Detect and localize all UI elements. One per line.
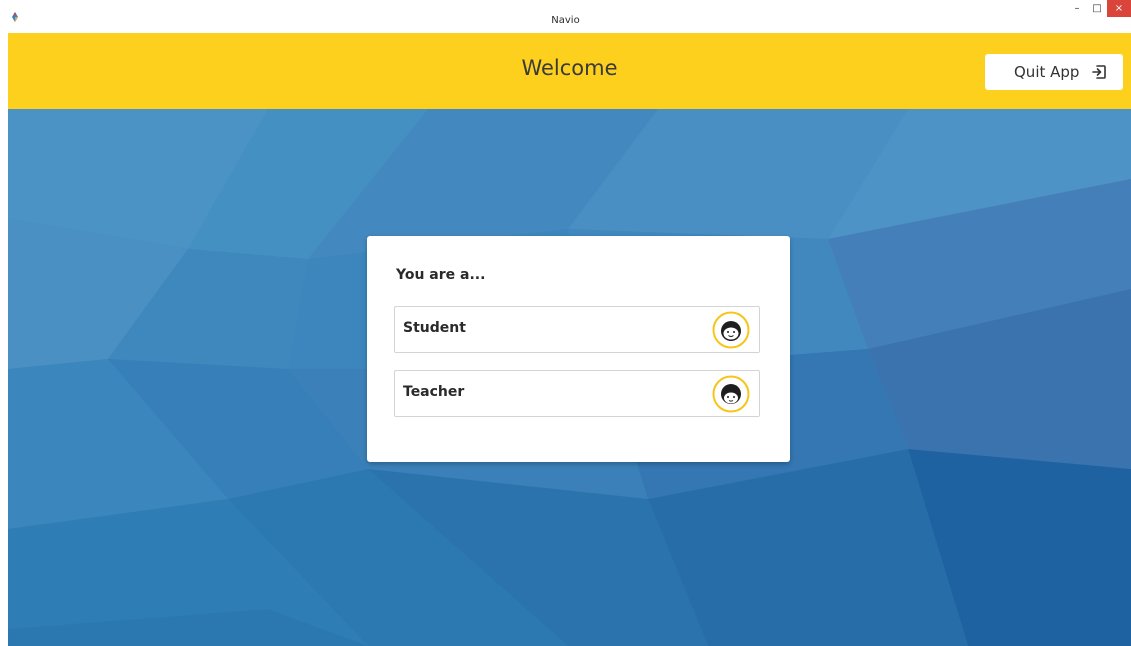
student-label: Student: [403, 320, 466, 336]
quit-app-label: Quit App: [1014, 63, 1080, 81]
teacher-avatar-icon: [712, 375, 750, 413]
teacher-label: Teacher: [403, 384, 465, 400]
title-bar: Navio – □ ×: [0, 0, 1131, 33]
app-header: Welcome Quit App: [8, 33, 1131, 109]
app-window: Navio – □ × Welcome Quit App You are a..…: [0, 0, 1131, 646]
exit-icon: [1092, 65, 1106, 79]
window-title: Navio: [551, 15, 580, 26]
card-heading: You are a...: [396, 267, 486, 283]
role-selection-card: You are a... Student Teacher: [367, 236, 790, 462]
student-avatar-icon: [712, 311, 750, 349]
page-title: Welcome: [521, 56, 618, 80]
student-option[interactable]: Student: [394, 306, 760, 353]
teacher-option[interactable]: Teacher: [394, 370, 760, 417]
quit-app-button[interactable]: Quit App: [985, 54, 1123, 90]
window-controls: – □ ×: [1067, 0, 1131, 22]
minimize-button[interactable]: –: [1067, 0, 1087, 16]
close-button[interactable]: ×: [1107, 0, 1131, 17]
maximize-button[interactable]: □: [1087, 0, 1107, 16]
